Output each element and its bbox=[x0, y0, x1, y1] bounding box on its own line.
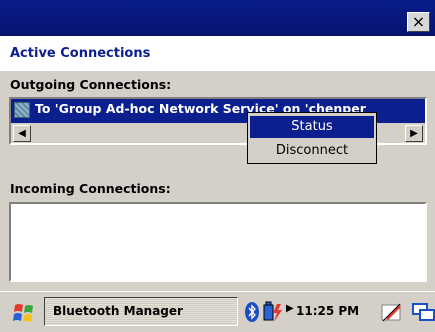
content-panel: Outgoing Connections: To 'Group Ad-hoc N… bbox=[0, 71, 435, 291]
context-menu: Status Disconnect bbox=[247, 112, 377, 164]
close-button[interactable]: × bbox=[407, 12, 430, 32]
outgoing-label: Outgoing Connections: bbox=[10, 77, 172, 92]
title-bar: × bbox=[0, 0, 435, 36]
start-flag-icon[interactable] bbox=[11, 302, 39, 324]
menu-item-disconnect[interactable]: Disconnect bbox=[250, 140, 374, 162]
incoming-list[interactable] bbox=[9, 202, 427, 282]
taskbar: Bluetooth Manager ▶ 11:25 PM bbox=[0, 291, 435, 332]
taskbar-app-button[interactable]: Bluetooth Manager bbox=[44, 297, 238, 326]
scroll-right-button[interactable]: ▶ bbox=[405, 125, 423, 142]
page-title: Active Connections bbox=[10, 46, 151, 61]
header-area: Active Connections bbox=[0, 36, 435, 72]
ac-power-icon[interactable] bbox=[262, 301, 284, 323]
incoming-label: Incoming Connections: bbox=[10, 181, 171, 196]
scroll-left-button[interactable]: ◀ bbox=[13, 125, 31, 142]
clock[interactable]: 11:25 PM bbox=[296, 304, 359, 318]
input-panel-icon[interactable] bbox=[412, 301, 435, 323]
pen-input-icon[interactable] bbox=[380, 301, 404, 323]
tray-expand-arrow[interactable]: ▶ bbox=[286, 303, 294, 314]
menu-item-status[interactable]: Status bbox=[250, 116, 374, 138]
bluetooth-icon[interactable] bbox=[245, 301, 259, 323]
connection-icon bbox=[14, 102, 30, 118]
